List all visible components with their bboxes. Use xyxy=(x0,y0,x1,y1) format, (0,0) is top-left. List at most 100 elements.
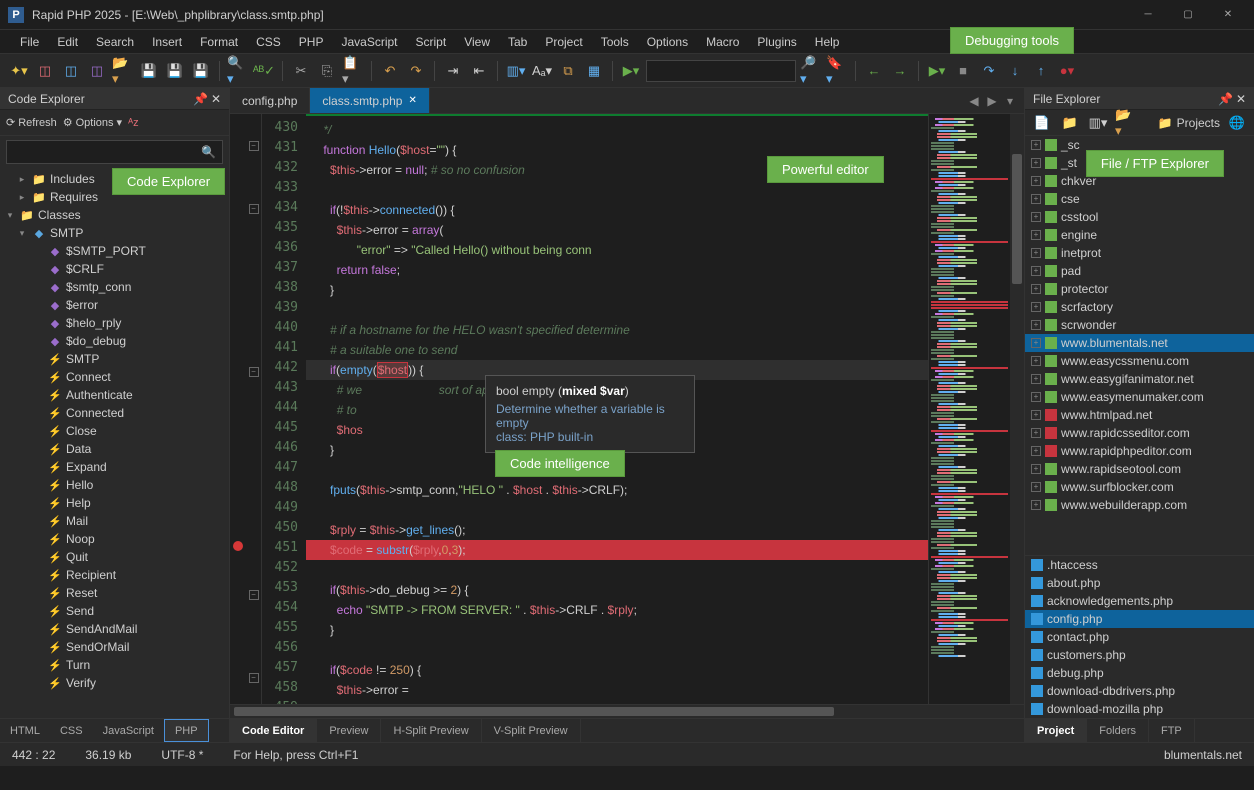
folder-protector[interactable]: +protector xyxy=(1025,280,1254,298)
text-transform-icon[interactable]: Aₐ▾ xyxy=(531,60,553,82)
minimap[interactable] xyxy=(928,114,1010,704)
new-html-icon[interactable]: ◫ xyxy=(34,60,56,82)
pin-icon[interactable]: 📌 xyxy=(193,92,208,106)
menu-tools[interactable]: Tools xyxy=(593,32,637,52)
lang-tab-css[interactable]: CSS xyxy=(50,719,93,742)
file-aboutphp[interactable]: about.php xyxy=(1025,574,1254,592)
debug-step-over-icon[interactable]: ↷ xyxy=(978,60,1000,82)
file-downloadmozillaphp[interactable]: download-mozilla php xyxy=(1025,700,1254,718)
folder-inetprot[interactable]: +inetprot xyxy=(1025,244,1254,262)
find-icon[interactable]: 🔍▾ xyxy=(227,60,249,82)
folder-wwwhtmlpadnet[interactable]: +www.htmlpad.net xyxy=(1025,406,1254,424)
tree-includes[interactable]: ▸📁Includes xyxy=(0,170,229,188)
projects-button[interactable]: 📁Projects xyxy=(1158,116,1220,130)
new-css-icon[interactable]: ◫ xyxy=(60,60,82,82)
tree-classes[interactable]: ▾📁Classes xyxy=(0,206,229,224)
folder-wwwsurfblockercom[interactable]: +www.surfblocker.com xyxy=(1025,478,1254,496)
fold-gutter[interactable]: −−−−− xyxy=(246,114,262,704)
folder-scrwonder[interactable]: +scrwonder xyxy=(1025,316,1254,334)
folder-st[interactable]: +_st xyxy=(1025,154,1254,172)
menu-format[interactable]: Format xyxy=(192,32,246,52)
file-configphp[interactable]: config.php xyxy=(1025,610,1254,628)
tab-menu-icon[interactable]: ▾ xyxy=(1002,94,1018,108)
spellcheck-icon[interactable]: ᴬᴮ✓ xyxy=(253,60,275,82)
view-tab-h-split-preview[interactable]: H-Split Preview xyxy=(381,719,481,742)
tree-expand[interactable]: ⚡Expand xyxy=(0,458,229,476)
tree-sendormail[interactable]: ⚡SendOrMail xyxy=(0,638,229,656)
tree-dodebug[interactable]: ◆$do_debug xyxy=(0,332,229,350)
file-customersphp[interactable]: customers.php xyxy=(1025,646,1254,664)
horizontal-scrollbar[interactable] xyxy=(230,704,1024,718)
close-panel-icon[interactable]: ✕ xyxy=(1236,92,1246,106)
nav-back-icon[interactable]: ← xyxy=(863,60,885,82)
tree-quit[interactable]: ⚡Quit xyxy=(0,548,229,566)
save-ftp-icon[interactable]: 💾 xyxy=(190,60,212,82)
tree-smtpport[interactable]: ◆$SMTP_PORT xyxy=(0,242,229,260)
save-all-icon[interactable]: 💾 xyxy=(164,60,186,82)
menu-view[interactable]: View xyxy=(456,32,498,52)
fe-tab-project[interactable]: Project xyxy=(1025,719,1087,742)
folder-wwweasycssmenucom[interactable]: +www.easycssmenu.com xyxy=(1025,352,1254,370)
menu-script[interactable]: Script xyxy=(408,32,455,52)
open-icon[interactable]: 📂▾ xyxy=(112,60,134,82)
tree-connected[interactable]: ⚡Connected xyxy=(0,404,229,422)
tree-turn[interactable]: ⚡Turn xyxy=(0,656,229,674)
folder-wwwrapidcsseditorcom[interactable]: +www.rapidcsseditor.com xyxy=(1025,424,1254,442)
tree-reset[interactable]: ⚡Reset xyxy=(0,584,229,602)
outdent-icon[interactable]: ⇤ xyxy=(468,60,490,82)
file-downloaddbdriversphp[interactable]: download-dbdrivers.php xyxy=(1025,682,1254,700)
refresh-button[interactable]: ⟳ Refresh xyxy=(6,116,57,129)
folder-wwwrapidseotoolcom[interactable]: +www.rapidseotool.com xyxy=(1025,460,1254,478)
menu-help[interactable]: Help xyxy=(807,32,848,52)
debug-step-out-icon[interactable]: ↑ xyxy=(1030,60,1052,82)
file-htaccess[interactable]: .htaccess xyxy=(1025,556,1254,574)
folder-csstool[interactable]: +csstool xyxy=(1025,208,1254,226)
close-panel-icon[interactable]: ✕ xyxy=(211,92,221,106)
folder-wwweasymenumakercom[interactable]: +www.easymenumaker.com xyxy=(1025,388,1254,406)
new-menu-icon[interactable]: ✦▾ xyxy=(8,60,30,82)
debug-run-icon[interactable]: ▶▾ xyxy=(926,60,948,82)
fe-open-icon[interactable]: 📂▾ xyxy=(1115,112,1137,134)
copy-icon[interactable]: ⎘ xyxy=(316,60,338,82)
tree-close[interactable]: ⚡Close xyxy=(0,422,229,440)
fe-view-icon[interactable]: ▥▾ xyxy=(1087,112,1109,134)
cut-icon[interactable]: ✂ xyxy=(290,60,312,82)
tree-noop[interactable]: ⚡Noop xyxy=(0,530,229,548)
debug-step-into-icon[interactable]: ↓ xyxy=(1004,60,1026,82)
lang-tab-html[interactable]: HTML xyxy=(0,719,50,742)
goto-icon[interactable]: 🔎▾ xyxy=(800,60,822,82)
menu-javascript[interactable]: JavaScript xyxy=(333,32,405,52)
bookmark-icon[interactable]: 🔖▾ xyxy=(826,60,848,82)
tree-data[interactable]: ⚡Data xyxy=(0,440,229,458)
new-php-icon[interactable]: ◫ xyxy=(86,60,108,82)
autocomplete-icon[interactable]: ⧉ xyxy=(557,60,579,82)
folder-scrfactory[interactable]: +scrfactory xyxy=(1025,298,1254,316)
menu-edit[interactable]: Edit xyxy=(49,32,86,52)
close-button[interactable]: ✕ xyxy=(1210,3,1246,27)
tree-verify[interactable]: ⚡Verify xyxy=(0,674,229,692)
tab-config-php[interactable]: config.php xyxy=(230,88,310,113)
tree-crlf[interactable]: ◆$CRLF xyxy=(0,260,229,278)
tab-prev-icon[interactable]: ◀ xyxy=(966,94,982,108)
menu-project[interactable]: Project xyxy=(537,32,590,52)
folder-wwwblumentalsnet[interactable]: +www.blumentals.net xyxy=(1025,334,1254,352)
tree-smtp[interactable]: ⚡SMTP xyxy=(0,350,229,368)
lang-tab-javascript[interactable]: JavaScript xyxy=(93,719,164,742)
fe-globe-icon[interactable]: 🌐 xyxy=(1226,112,1248,134)
folder-wwweasygifanimatornet[interactable]: +www.easygifanimator.net xyxy=(1025,370,1254,388)
menu-macro[interactable]: Macro xyxy=(698,32,747,52)
tree-recipient[interactable]: ⚡Recipient xyxy=(0,566,229,584)
folder-pad[interactable]: +pad xyxy=(1025,262,1254,280)
minimize-button[interactable]: ─ xyxy=(1130,3,1166,27)
toolbar-search-input[interactable] xyxy=(646,60,796,82)
debug-stop-icon[interactable]: ■ xyxy=(952,60,974,82)
folder-cse[interactable]: +cse xyxy=(1025,190,1254,208)
menu-search[interactable]: Search xyxy=(88,32,142,52)
menu-tab[interactable]: Tab xyxy=(500,32,535,52)
code-explorer-search-input[interactable] xyxy=(13,146,201,158)
folder-wwwrapidphpeditorcom[interactable]: +www.rapidphpeditor.com xyxy=(1025,442,1254,460)
tree-helorply[interactable]: ◆$helo_rply xyxy=(0,314,229,332)
options-button[interactable]: ⚙ Options ▾ xyxy=(63,116,122,129)
pin-icon[interactable]: 📌 xyxy=(1218,92,1233,106)
breakpoint-gutter[interactable] xyxy=(230,114,246,704)
